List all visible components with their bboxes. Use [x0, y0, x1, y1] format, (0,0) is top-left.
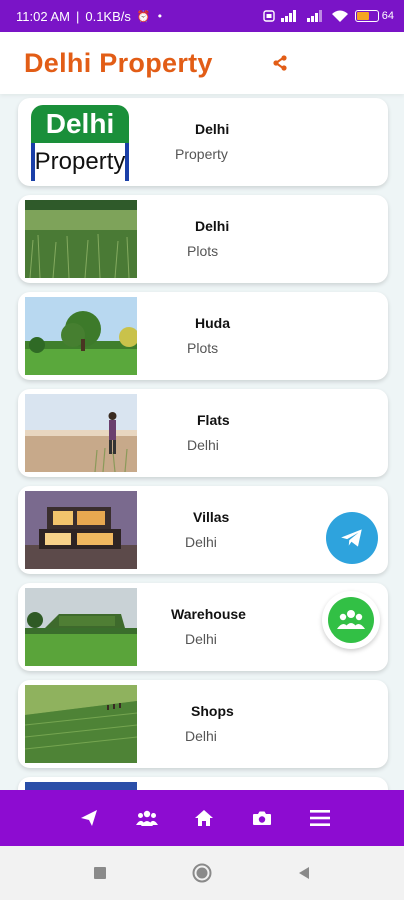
flats-image [25, 394, 137, 472]
villas-image [25, 491, 137, 569]
share-button[interactable] [260, 43, 300, 83]
status-time: 11:02 AM [16, 8, 70, 24]
camera-icon [253, 811, 272, 825]
card-subtitle: Plots [187, 243, 219, 259]
card-title: Villas [193, 509, 230, 525]
warehouse-image [25, 588, 137, 666]
delhi-property-logo: Delhi Property [25, 103, 137, 181]
card-title: Huda [195, 315, 230, 331]
card-subtitle: Plots [187, 340, 219, 356]
card-subtitle: Delhi [187, 437, 219, 453]
nav-camera[interactable] [242, 798, 282, 838]
list-item-partial[interactable] [18, 777, 388, 790]
property-list[interactable]: Delhi Property Delhi Property Delhi Plot… [0, 94, 404, 790]
nav-group[interactable] [127, 798, 167, 838]
group-icon [135, 810, 158, 826]
recents-icon [94, 867, 106, 879]
card-subtitle: Delhi [185, 728, 217, 744]
card-title: Flats [197, 412, 230, 428]
app-title: Delhi Property [24, 47, 213, 78]
shops-image [25, 685, 137, 763]
battery-icon [354, 10, 379, 22]
nav-send[interactable] [69, 798, 109, 838]
nav-home[interactable] [184, 798, 224, 838]
back-icon [299, 867, 309, 879]
list-item-delhi-plots[interactable]: Delhi Plots [18, 195, 388, 283]
dot-icon: • [156, 9, 164, 23]
list-item-flats[interactable]: Flats Delhi [18, 389, 388, 477]
plots-image [25, 200, 137, 278]
nav-menu[interactable] [300, 798, 340, 838]
wifi-icon [331, 10, 348, 22]
telegram-button[interactable] [326, 512, 378, 564]
status-bar: 11:02 AM | 0.1KB/s ⏰ • 64 [0, 0, 404, 32]
logo-bottom-text: Property [31, 143, 129, 181]
card-title: Delhi [195, 218, 230, 234]
back-button[interactable] [289, 858, 319, 888]
group-chat-button[interactable] [322, 591, 380, 649]
home-circle-icon [192, 863, 212, 883]
logo-top-text: Delhi [31, 105, 129, 143]
list-item-huda-plots[interactable]: Huda Plots [18, 292, 388, 380]
list-item-shops[interactable]: Shops Delhi [18, 680, 388, 768]
system-home-button[interactable] [187, 858, 217, 888]
signal-icon-2 [306, 10, 322, 22]
alarm-icon: ⏰ [136, 9, 151, 23]
menu-icon [310, 810, 331, 826]
group-chat-icon [337, 610, 365, 629]
status-speed: 0.1KB/s [85, 8, 131, 24]
card-title: Shops [191, 703, 234, 719]
recents-button[interactable] [85, 858, 115, 888]
card-title: Warehouse [171, 606, 246, 622]
home-icon [195, 810, 214, 826]
telegram-icon [341, 529, 362, 547]
card-subtitle: Delhi [185, 631, 217, 647]
card-subtitle: Delhi [185, 534, 217, 550]
list-item-delhi-property[interactable]: Delhi Property Delhi Property [18, 98, 388, 186]
battery-indicator: 64 [354, 10, 394, 22]
system-nav-bar [0, 846, 404, 900]
partial-image [25, 782, 137, 790]
bottom-nav [0, 790, 404, 846]
signal-icon [280, 10, 296, 22]
share-icon [273, 55, 287, 71]
app-bar: Delhi Property [0, 32, 404, 94]
card-subtitle: Property [175, 146, 228, 162]
sim-icon [263, 10, 275, 22]
send-icon [80, 810, 97, 826]
battery-percent: 64 [381, 10, 394, 22]
card-title: Delhi [195, 121, 230, 137]
huda-image [25, 297, 137, 375]
